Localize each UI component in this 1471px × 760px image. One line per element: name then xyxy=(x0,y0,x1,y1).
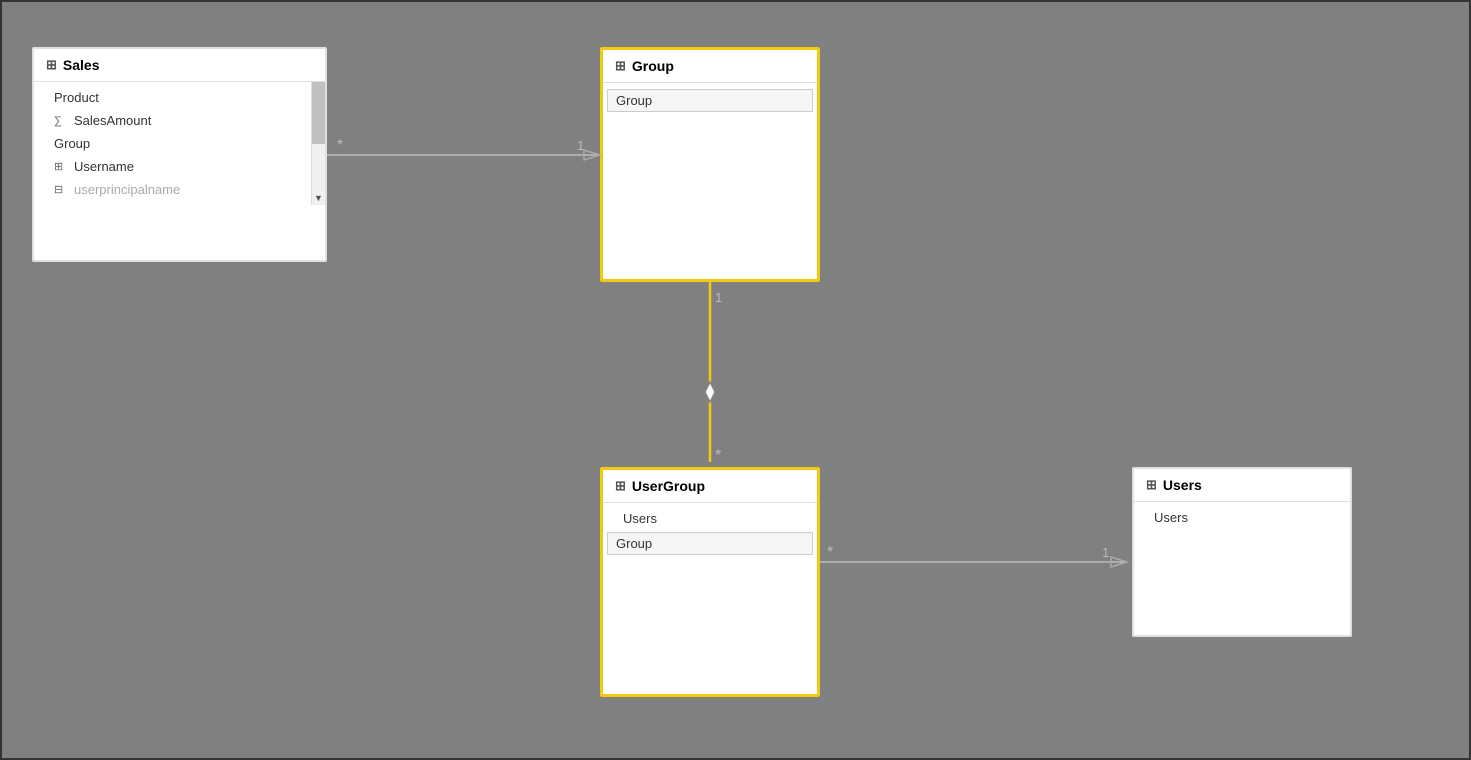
table-users-body: Users xyxy=(1134,502,1350,533)
svg-text:*: * xyxy=(715,447,721,464)
field-group[interactable]: Group xyxy=(34,132,325,155)
table-group[interactable]: ⊞ Group Group xyxy=(600,47,820,282)
table-usergroup-title: UserGroup xyxy=(632,478,705,494)
scrollbar-thumb[interactable] xyxy=(312,82,325,144)
field-username-label: Username xyxy=(74,159,134,174)
table-field-icon2: ⊟ xyxy=(54,183,68,196)
field-ug-group[interactable]: Group xyxy=(607,532,813,555)
table-users-title: Users xyxy=(1163,477,1202,493)
table-group-body: Group xyxy=(603,83,817,118)
field-users-users[interactable]: Users xyxy=(1134,506,1350,529)
field-username[interactable]: ⊞ Username xyxy=(34,155,325,178)
table-sales-icon: ⊞ xyxy=(46,57,57,73)
field-product-label: Product xyxy=(54,90,99,105)
table-group-icon: ⊞ xyxy=(615,58,626,74)
svg-text:1: 1 xyxy=(577,138,584,153)
table-sales-body: Product ∑ SalesAmount Group ⊞ Username ⊟… xyxy=(34,82,325,205)
table-sales-title: Sales xyxy=(63,57,100,73)
diagram-canvas: ⊞ Sales Product ∑ SalesAmount Group ⊞ Us… xyxy=(0,0,1471,760)
field-group-selected[interactable]: Group xyxy=(607,89,813,112)
field-group-selected-label: Group xyxy=(616,93,652,108)
scroll-down-arrow[interactable]: ▼ xyxy=(312,193,325,203)
scrollbar[interactable]: ▲ ▼ xyxy=(311,82,325,205)
svg-text:1: 1 xyxy=(715,290,722,305)
table-usergroup-body: Users Group xyxy=(603,503,817,561)
svg-text:*: * xyxy=(827,544,833,561)
field-ug-users[interactable]: Users xyxy=(603,507,817,530)
field-ug-users-label: Users xyxy=(623,511,657,526)
table-field-icon: ⊞ xyxy=(54,160,68,173)
table-usergroup[interactable]: ⊞ UserGroup Users Group xyxy=(600,467,820,697)
table-users-icon: ⊞ xyxy=(1146,477,1157,493)
field-upn-label: userprincipalname xyxy=(74,182,180,197)
field-ug-group-label: Group xyxy=(616,536,652,551)
table-group-header: ⊞ Group xyxy=(603,50,817,83)
svg-text:1: 1 xyxy=(1102,545,1109,560)
table-users-header: ⊞ Users xyxy=(1134,469,1350,502)
svg-text:*: * xyxy=(337,137,343,154)
field-product[interactable]: Product xyxy=(34,86,325,109)
table-sales[interactable]: ⊞ Sales Product ∑ SalesAmount Group ⊞ Us… xyxy=(32,47,327,262)
field-userprincipalname[interactable]: ⊟ userprincipalname xyxy=(34,178,325,201)
table-sales-header: ⊞ Sales xyxy=(34,49,325,82)
table-users[interactable]: ⊞ Users Users xyxy=(1132,467,1352,637)
field-sales-amount-label: SalesAmount xyxy=(74,113,151,128)
field-sales-amount[interactable]: ∑ SalesAmount xyxy=(34,109,325,132)
field-group-label: Group xyxy=(54,136,90,151)
table-usergroup-header: ⊞ UserGroup xyxy=(603,470,817,503)
sum-icon: ∑ xyxy=(54,115,68,127)
table-usergroup-icon: ⊞ xyxy=(615,478,626,494)
table-group-title: Group xyxy=(632,58,674,74)
field-users-label: Users xyxy=(1154,510,1188,525)
